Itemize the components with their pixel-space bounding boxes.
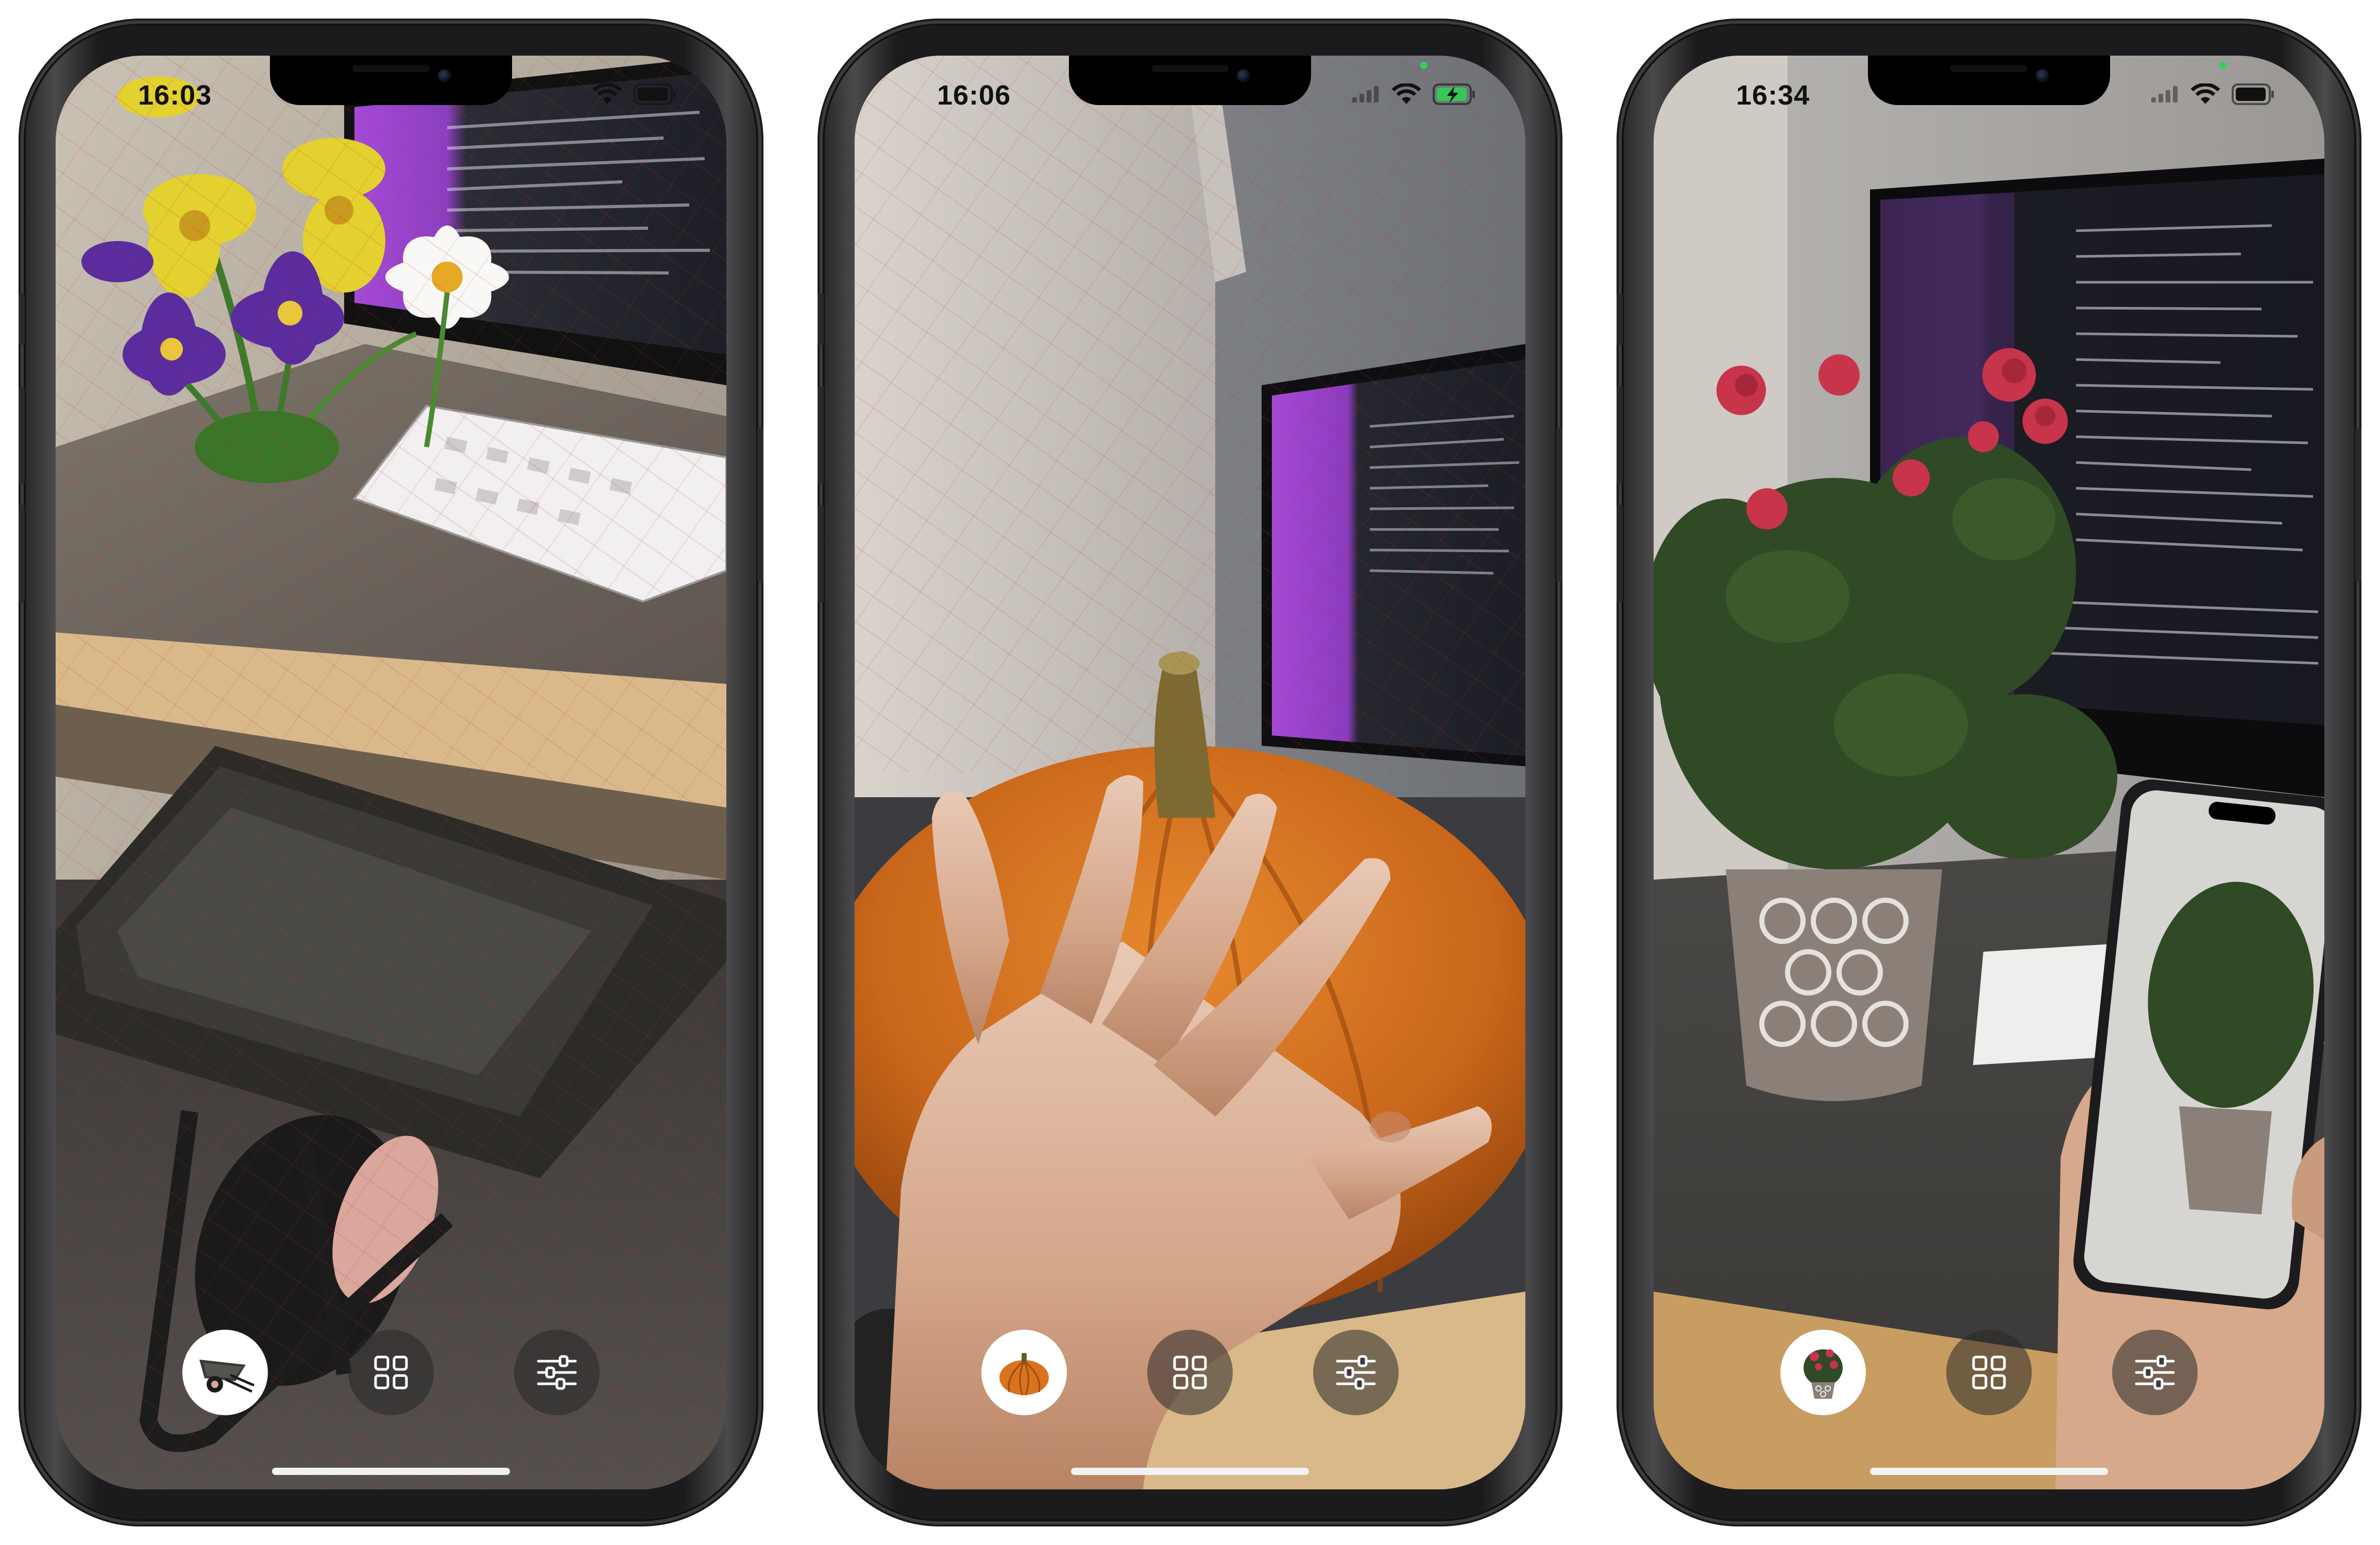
camera-in-use-indicator: [2219, 62, 2226, 69]
notch: [1868, 56, 2110, 105]
home-indicator[interactable]: [1071, 1468, 1309, 1475]
volume-up-button: [1617, 386, 1623, 484]
phone-frame-1: 16:03: [19, 26, 763, 1519]
wifi-icon: [2190, 83, 2220, 104]
grid-icon: [1972, 1355, 2006, 1389]
potted-rose-icon: [1804, 1349, 1843, 1399]
wifi-icon: [592, 83, 622, 104]
status-time: 16:34: [1736, 80, 1810, 111]
grid-icon: [374, 1355, 408, 1389]
front-camera: [438, 69, 451, 82]
phone-frame-2: 16:06: [818, 26, 1562, 1519]
front-camera: [2036, 69, 2049, 82]
volume-up-button: [818, 386, 824, 484]
mute-switch: [1617, 294, 1623, 345]
screenshot-collage: 16:03 16:06 16:34: [0, 0, 2380, 1545]
bottom-toolbar: [1654, 1330, 2324, 1417]
model-picker-button[interactable]: [1780, 1330, 1866, 1415]
volume-down-button: [1617, 505, 1623, 603]
wheelbarrow-icon: [199, 1360, 254, 1393]
wifi-icon: [1391, 83, 1421, 104]
ar-view-3[interactable]: 16:34: [1654, 56, 2324, 1489]
grid-icon: [1173, 1355, 1207, 1389]
model-picker-button[interactable]: [182, 1330, 268, 1415]
speaker-grille: [1151, 65, 1229, 72]
ar-view-1[interactable]: 16:03: [56, 56, 726, 1489]
bottom-toolbar: [56, 1330, 726, 1417]
power-button: [2355, 427, 2361, 582]
gallery-button[interactable]: [348, 1330, 434, 1415]
mute-switch: [818, 294, 824, 345]
volume-up-button: [19, 386, 25, 484]
volume-down-button: [19, 505, 25, 603]
settings-button[interactable]: [1313, 1330, 1399, 1415]
gallery-button[interactable]: [1946, 1330, 2032, 1415]
volume-down-button: [818, 505, 824, 603]
cellular-signal-icon: [2151, 86, 2178, 102]
sliders-icon: [2135, 1355, 2175, 1390]
notch: [270, 56, 512, 105]
home-indicator[interactable]: [1870, 1468, 2108, 1475]
power-button: [757, 427, 763, 582]
scene-mesh-overlay: [56, 56, 726, 1489]
camera-in-use-indicator: [1420, 62, 1427, 69]
battery-icon: [2232, 83, 2274, 105]
status-icons: [1351, 83, 1476, 105]
status-time: 16:03: [138, 80, 212, 111]
settings-button[interactable]: [514, 1330, 600, 1415]
sliders-icon: [1336, 1355, 1376, 1390]
bottom-toolbar: [855, 1330, 1525, 1417]
notch: [1069, 56, 1311, 105]
ar-view-2[interactable]: 16:06: [855, 56, 1525, 1489]
status-time: 16:06: [937, 80, 1011, 111]
model-picker-button[interactable]: [981, 1330, 1067, 1415]
speaker-grille: [352, 65, 430, 72]
speaker-grille: [1950, 65, 2028, 72]
status-icons: [592, 83, 677, 105]
gallery-button[interactable]: [1147, 1330, 1233, 1415]
cellular-signal-icon: [1352, 86, 1379, 102]
front-camera: [1237, 69, 1250, 82]
battery-icon: [634, 83, 676, 105]
mute-switch: [19, 294, 25, 345]
battery-charging-icon: [1433, 83, 1475, 105]
ar-camera-scene-rose[interactable]: [1654, 56, 2324, 1489]
status-icons: [2150, 83, 2275, 105]
power-button: [1556, 427, 1562, 582]
settings-button[interactable]: [2112, 1330, 2198, 1415]
sliders-icon: [537, 1355, 577, 1390]
home-indicator[interactable]: [272, 1468, 510, 1475]
pumpkin-icon: [999, 1353, 1049, 1396]
phone-frame-3: 16:34: [1617, 26, 2361, 1519]
